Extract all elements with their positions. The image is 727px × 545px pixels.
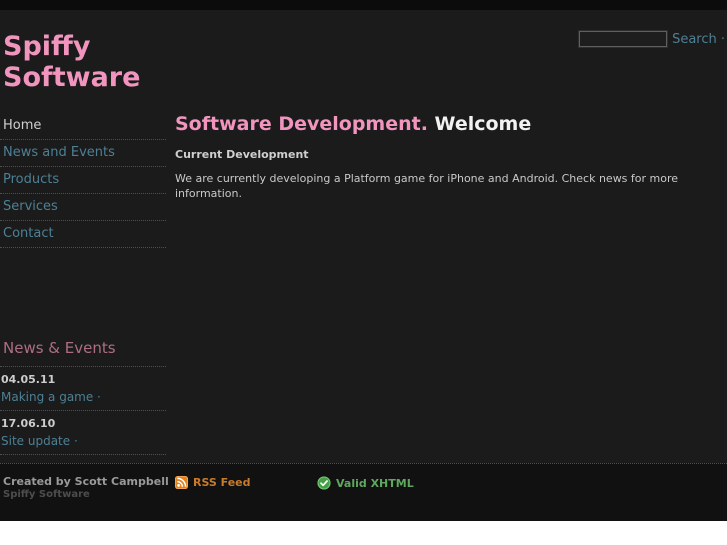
top-bar <box>0 0 727 10</box>
logo-line-2: Software <box>3 62 141 93</box>
site-logo[interactable]: Spiffy Software <box>3 31 140 93</box>
footer: Created by Scott Campbell Spiffy Softwar… <box>0 463 727 521</box>
search-input[interactable] <box>578 30 669 48</box>
page-title: Software Development. Welcome <box>175 113 720 135</box>
rss-icon <box>175 476 188 489</box>
news-item-link[interactable]: Site update · <box>1 434 78 448</box>
page: Spiffy Software Search · Home News and E… <box>0 0 727 545</box>
search-area: Search · <box>578 30 725 48</box>
content-paragraph: We are currently developing a Platform g… <box>175 172 679 200</box>
search-submit-link[interactable]: Search · <box>672 32 725 47</box>
site-body: Spiffy Software Search · Home News and E… <box>0 10 727 521</box>
nav-item-contact[interactable]: Contact <box>0 221 166 248</box>
news-section-title: News & Events <box>0 339 166 367</box>
footer-site-name: Spiffy Software <box>3 489 90 500</box>
nav-item-home[interactable]: Home <box>0 113 166 140</box>
rss-feed-label: RSS Feed <box>193 476 251 489</box>
nav-item-products[interactable]: Products <box>0 167 166 194</box>
news-item: 17.06.10 Site update · <box>0 411 166 455</box>
valid-xhtml-link[interactable]: Valid XHTML <box>317 476 414 490</box>
nav-item-services[interactable]: Services <box>0 194 166 221</box>
content-subheading: Current Development <box>175 148 309 161</box>
footer-created-by: Created by Scott Campbell <box>3 475 169 488</box>
page-title-accent: Software Development. <box>175 113 428 135</box>
rss-feed-link[interactable]: RSS Feed <box>175 476 251 489</box>
news-item-date: 17.06.10 <box>1 417 56 430</box>
page-title-rest: Welcome <box>427 113 532 135</box>
news-item-date: 04.05.11 <box>1 373 56 386</box>
footer-credits: Created by Scott Campbell Spiffy Softwar… <box>3 475 169 500</box>
news-item-link[interactable]: Making a game · <box>1 390 101 404</box>
valid-xhtml-label: Valid XHTML <box>336 476 414 490</box>
nav-item-news-and-events[interactable]: News and Events <box>0 140 166 167</box>
logo-line-1: Spiffy <box>3 31 91 62</box>
news-section: News & Events 04.05.11 Making a game · 1… <box>0 339 166 455</box>
sidebar-nav: Home News and Events Products Services C… <box>0 113 166 248</box>
checkmark-icon <box>317 476 331 490</box>
main-content: Software Development. Welcome Current De… <box>175 113 720 201</box>
news-item: 04.05.11 Making a game · <box>0 367 166 411</box>
